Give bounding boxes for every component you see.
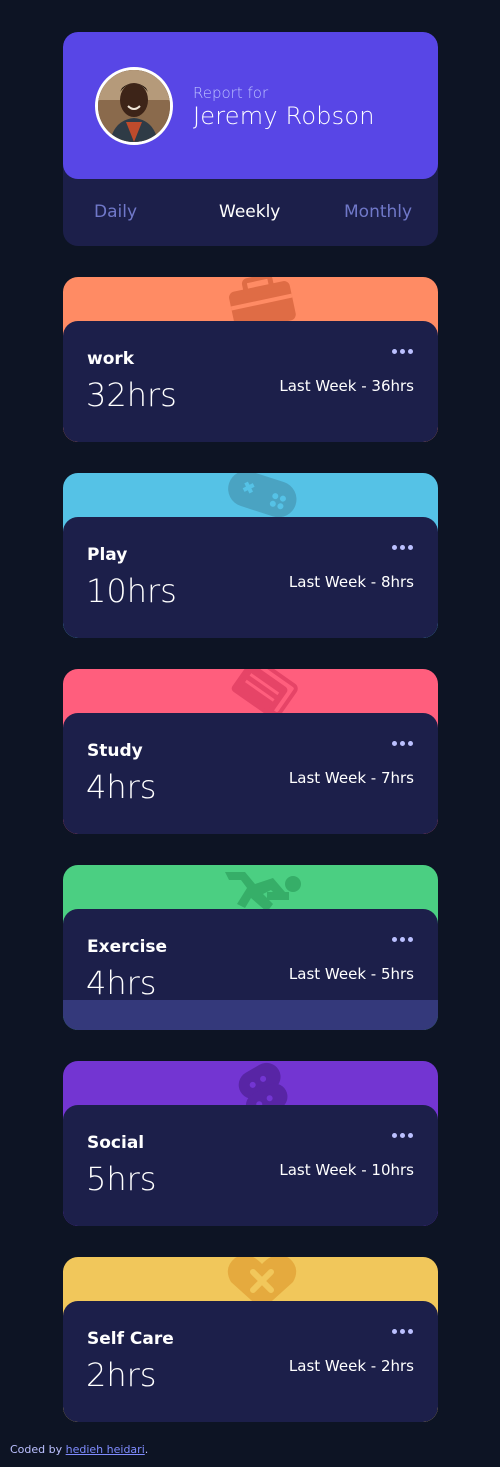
tab-daily[interactable]: Daily: [94, 202, 137, 222]
avatar-photo-icon: [98, 70, 170, 142]
activity-card-exercise[interactable]: Exercise 4hrs Last Week - 5hrs: [63, 865, 438, 1030]
card-body: Exercise 4hrs Last Week - 5hrs: [63, 909, 438, 1030]
briefcase-icon: [221, 277, 303, 324]
card-body: Study 4hrs Last Week - 7hrs: [63, 713, 438, 834]
activity-card-social[interactable]: Social 5hrs Last Week - 10hrs: [63, 1061, 438, 1226]
period-tabs: Daily Weekly Monthly: [63, 202, 438, 230]
time-tracking-dashboard: Report for Jeremy Robson Daily Weekly Mo…: [0, 0, 500, 1467]
ellipsis-menu-icon[interactable]: [392, 1326, 416, 1336]
card-title: work: [87, 349, 135, 369]
avatar: [95, 67, 173, 145]
card-body: Social 5hrs Last Week - 10hrs: [63, 1105, 438, 1226]
activity-card-work[interactable]: work 32hrs Last Week - 36hrs: [63, 277, 438, 442]
card-current-hours: 4hrs: [86, 768, 157, 806]
tab-monthly[interactable]: Monthly: [344, 202, 412, 222]
gamepad-icon: [221, 473, 303, 520]
card-body: Play 10hrs Last Week - 8hrs: [63, 517, 438, 638]
heart-icon: [221, 1257, 303, 1304]
attribution-prefix: Coded by: [10, 1443, 66, 1456]
activity-card-self-care[interactable]: Self Care 2hrs Last Week - 2hrs: [63, 1257, 438, 1422]
card-previous-hours: Last Week - 5hrs: [288, 965, 414, 983]
ellipsis-menu-icon[interactable]: [392, 542, 416, 552]
card-title: Exercise: [87, 937, 168, 957]
activity-card-play[interactable]: Play 10hrs Last Week - 8hrs: [63, 473, 438, 638]
ellipsis-menu-icon[interactable]: [392, 346, 416, 356]
card-previous-hours: Last Week - 36hrs: [279, 377, 414, 395]
card-title: Study: [87, 741, 143, 761]
tab-weekly[interactable]: Weekly: [219, 202, 280, 222]
card-title: Social: [87, 1133, 145, 1153]
social-icon: [221, 1061, 303, 1108]
running-icon: [221, 865, 303, 912]
card-current-hours: 10hrs: [86, 572, 177, 610]
card-current-hours: 2hrs: [86, 1356, 157, 1394]
card-body: Self Care 2hrs Last Week - 2hrs: [63, 1301, 438, 1422]
ellipsis-menu-icon[interactable]: [392, 738, 416, 748]
ellipsis-menu-icon[interactable]: [392, 934, 416, 944]
attribution: Coded by hedieh heidari.: [10, 1443, 148, 1456]
card-previous-hours: Last Week - 8hrs: [288, 573, 414, 591]
book-icon: [221, 669, 303, 716]
card-current-hours: 5hrs: [86, 1160, 157, 1198]
report-for-label: Report for: [193, 84, 269, 102]
ellipsis-menu-icon[interactable]: [392, 1130, 416, 1140]
profile-card: Report for Jeremy Robson Daily Weekly Mo…: [63, 32, 438, 246]
card-body: work 32hrs Last Week - 36hrs: [63, 321, 438, 442]
user-name: Jeremy Robson: [193, 102, 375, 130]
card-current-hours: 32hrs: [86, 376, 177, 414]
attribution-suffix: .: [144, 1443, 149, 1456]
card-previous-hours: Last Week - 2hrs: [288, 1357, 414, 1375]
card-title: Self Care: [87, 1329, 174, 1349]
author-link[interactable]: hedieh heidari: [66, 1443, 145, 1456]
card-title: Play: [87, 545, 128, 565]
card-previous-hours: Last Week - 10hrs: [279, 1161, 414, 1179]
activity-card-study[interactable]: Study 4hrs Last Week - 7hrs: [63, 669, 438, 834]
card-current-hours: 4hrs: [86, 964, 157, 1002]
card-previous-hours: Last Week - 7hrs: [288, 769, 414, 787]
profile-header: Report for Jeremy Robson: [63, 32, 438, 179]
